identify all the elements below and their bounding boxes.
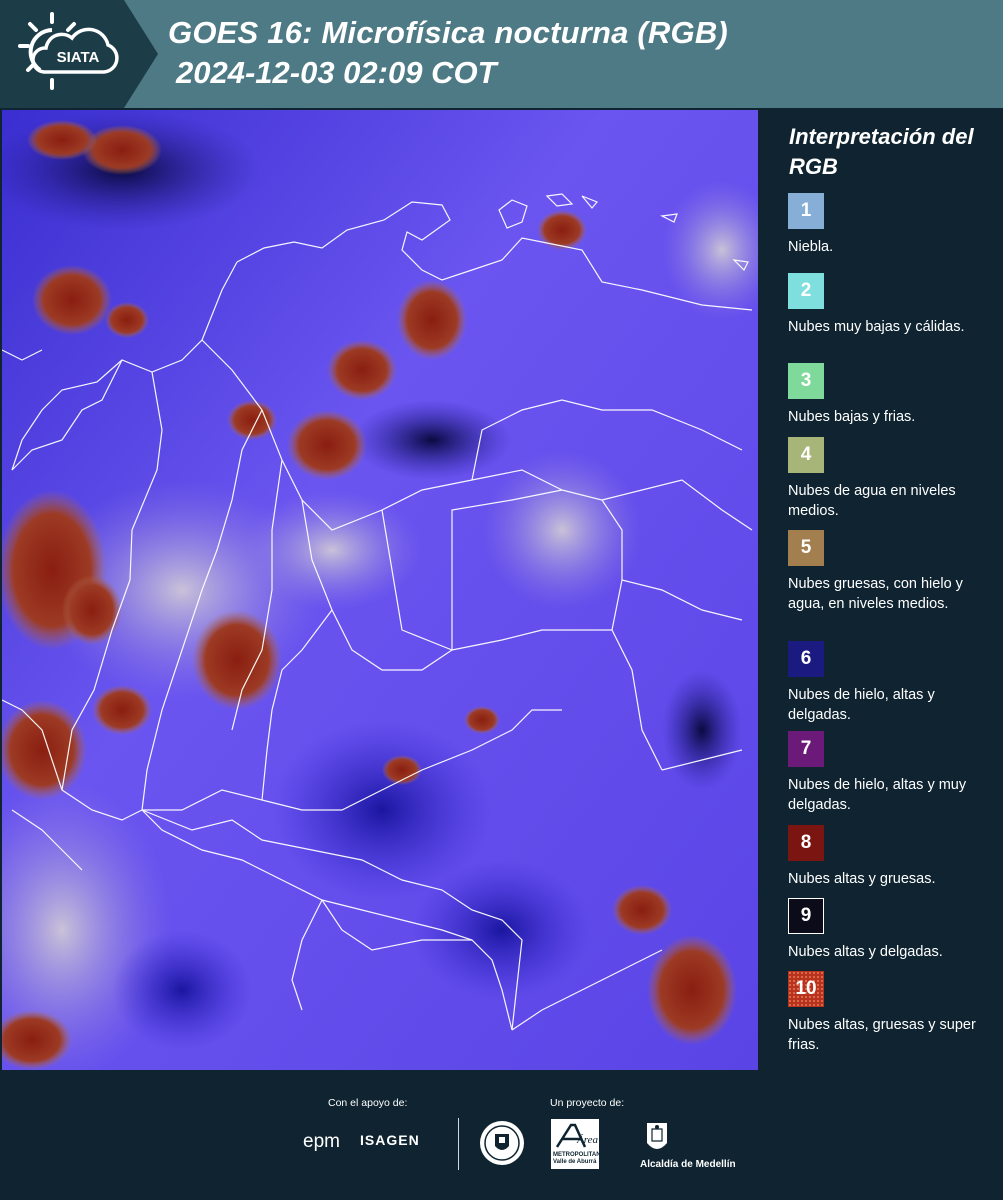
legend-label: Nubes altas, gruesas y super frias. — [788, 1017, 976, 1053]
legend-swatch: 5 — [788, 530, 824, 566]
legend-number: 4 — [800, 444, 812, 465]
legend-swatch: 8 — [788, 825, 824, 861]
siata-logo: SIATA — [0, 0, 158, 108]
header-bar: SIATA GOES 16: Microfísica nocturna (RGB… — [0, 0, 1003, 108]
legend-label: Nubes de hielo, altas y muy delgadas. — [788, 777, 967, 813]
legend-number: 1 — [800, 200, 812, 221]
area-logo-subtitle: METROPOLITANA Valle de Aburrá — [553, 1152, 605, 1165]
legend-label: Nubes de agua en niveles medios. — [788, 483, 956, 519]
legend-number: 3 — [800, 370, 812, 391]
epm-logo: epm — [303, 1131, 340, 1152]
legend-number: 10 — [795, 978, 817, 999]
medellin-seal-icon — [478, 1118, 526, 1173]
legend-swatch: 2 — [788, 273, 824, 309]
legend-item-nubes-agua: 4 Nubes de agua en niveles medios. — [788, 437, 998, 521]
legend-label: Nubes muy bajas y cálidas. — [788, 319, 965, 335]
legend-swatch: 3 — [788, 363, 824, 399]
project-label: Un proyecto de: — [550, 1097, 625, 1109]
page: SIATA GOES 16: Microfísica nocturna (RGB… — [0, 0, 1003, 1200]
satellite-map[interactable] — [2, 110, 758, 1070]
legend-label: Nubes de hielo, altas y delgadas. — [788, 687, 935, 723]
legend-swatch: 10 — [788, 971, 824, 1007]
footer-divider — [458, 1118, 459, 1170]
rgb-legend: Interpretación del RGB 1 Niebla. 2 Nubes… — [762, 110, 1003, 1070]
page-title: GOES 16: Microfísica nocturna (RGB) — [168, 15, 728, 50]
satellite-image — [2, 110, 758, 1070]
legend-label: Nubes bajas y frias. — [788, 409, 916, 425]
legend-swatch: 1 — [788, 193, 824, 229]
legend-item-niebla: 1 Niebla. — [788, 193, 998, 257]
legend-item-altas-gruesas: 8 Nubes altas y gruesas. — [788, 825, 998, 889]
alcaldia-shield-icon — [644, 1119, 670, 1162]
legend-swatch: 7 — [788, 731, 824, 767]
legend-item-super-frias: 10 Nubes altas, gruesas y super frias. — [788, 971, 998, 1055]
legend-number: 9 — [800, 905, 812, 926]
footer: Con el apoyo de: Un proyecto de: epm ISA… — [0, 1070, 1003, 1200]
page-subtitle: 2024-12-03 02:09 COT — [176, 55, 497, 90]
legend-label: Nubes gruesas, con hielo y agua, en nive… — [788, 576, 963, 612]
siata-logo-text: SIATA — [57, 49, 100, 66]
legend-swatch: 4 — [788, 437, 824, 473]
legend-item-altas-delgadas: 9 Nubes altas y delgadas. — [788, 898, 998, 962]
support-label: Con el apoyo de: — [328, 1097, 408, 1109]
isagen-logo: ISAGEN — [360, 1132, 420, 1148]
legend-title: Interpretación del RGB — [789, 124, 974, 179]
legend-number: 6 — [800, 648, 812, 669]
legend-item-nubes-muy-bajas: 2 Nubes muy bajas y cálidas. — [788, 273, 998, 337]
legend-item-hielo-delgadas: 6 Nubes de hielo, altas y delgadas. — [788, 641, 998, 725]
area-logo-title: Área — [576, 1134, 598, 1146]
legend-item-nubes-bajas: 3 Nubes bajas y frias. — [788, 363, 998, 427]
legend-swatch: 9 — [788, 898, 824, 934]
legend-item-hielo-muy-delgadas: 7 Nubes de hielo, altas y muy delgadas. — [788, 731, 998, 815]
legend-label: Nubes altas y gruesas. — [788, 871, 936, 887]
legend-label: Niebla. — [788, 239, 834, 255]
legend-number: 2 — [800, 280, 812, 301]
legend-swatch: 6 — [788, 641, 824, 677]
legend-number: 7 — [800, 738, 812, 759]
legend-label: Nubes altas y delgadas. — [788, 944, 943, 960]
legend-item-nubes-gruesas: 5 Nubes gruesas, con hielo y agua, en ni… — [788, 530, 998, 614]
legend-number: 5 — [800, 537, 812, 558]
alcaldia-label: Alcaldía de Medellín — [640, 1159, 736, 1170]
legend-number: 8 — [800, 832, 812, 853]
